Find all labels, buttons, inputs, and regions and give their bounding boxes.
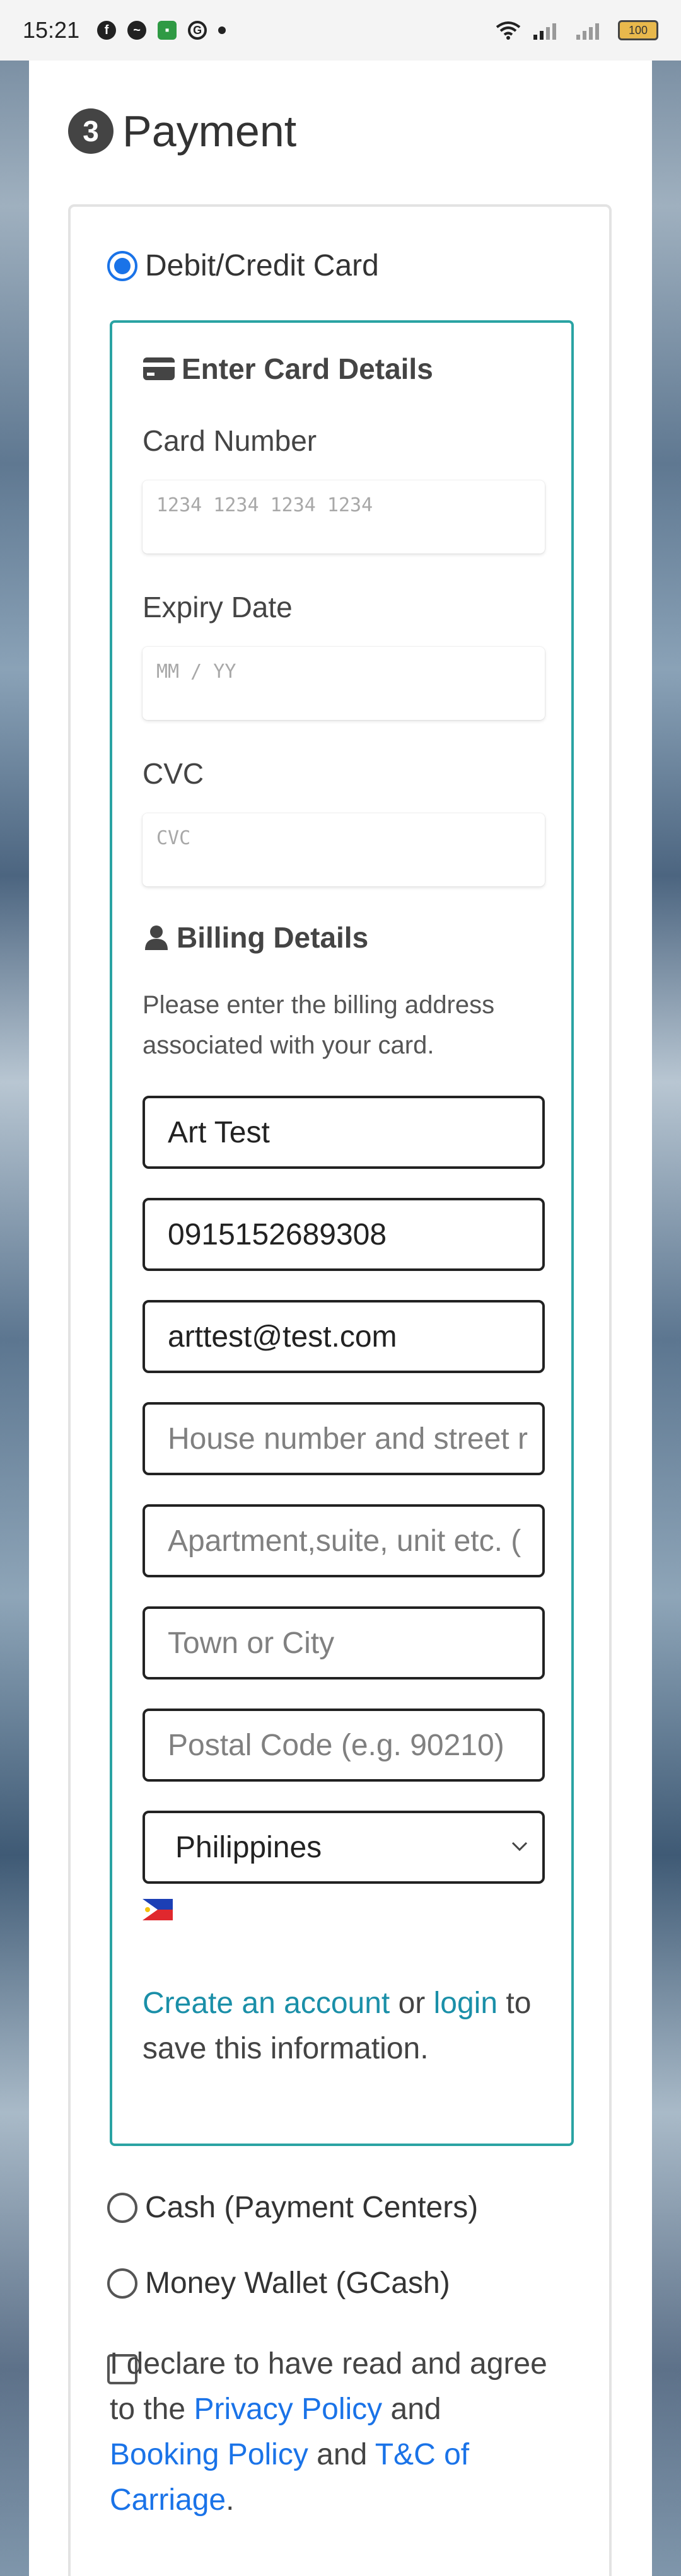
cash-radio[interactable] xyxy=(107,2192,137,2223)
street-input[interactable]: House number and street r xyxy=(143,1402,545,1475)
city-input[interactable]: Town or City xyxy=(143,1606,545,1680)
signal-icon xyxy=(533,23,556,40)
declaration-end: . xyxy=(226,2483,235,2517)
cvc-label: CVC xyxy=(143,757,204,790)
user-icon xyxy=(145,925,168,950)
email-input[interactable]: arttest@test.com xyxy=(143,1300,545,1373)
status-bar: 15:21 f ~ ▪ G 100 xyxy=(0,0,681,61)
g-icon: G xyxy=(188,21,207,40)
notification-icons: f ~ ▪ G xyxy=(97,21,226,40)
wifi-icon xyxy=(496,21,521,40)
billing-description: Please enter the billing address associa… xyxy=(143,991,495,1059)
payment-methods-box: Debit/Credit Card Enter Card Details Car… xyxy=(68,204,612,2576)
cvc-input[interactable]: CVC xyxy=(143,813,545,886)
login-link[interactable]: login xyxy=(434,1987,498,2020)
messenger-icon: ~ xyxy=(127,21,147,40)
apartment-input[interactable]: Apartment,suite, unit etc. ( xyxy=(143,1504,545,1577)
page-title: Payment xyxy=(122,107,297,156)
postal-code-input[interactable]: Postal Code (e.g. 90210) xyxy=(143,1709,545,1782)
payment-heading: 3 Payment xyxy=(68,106,296,156)
booking-policy-link[interactable]: Booking Policy xyxy=(110,2438,308,2471)
phone-input[interactable]: 0915152689308 xyxy=(143,1198,545,1271)
facebook-icon: f xyxy=(97,21,117,40)
country-select-value: Philippines xyxy=(175,1830,322,1864)
or-text: or xyxy=(390,1987,434,2020)
card-details-title-text: Enter Card Details xyxy=(182,352,433,385)
status-time: 15:21 xyxy=(23,17,80,43)
card-option[interactable]: Debit/Credit Card xyxy=(107,248,379,283)
billing-details-title-text: Billing Details xyxy=(177,921,369,954)
declaration-and-2: and xyxy=(308,2438,375,2471)
billing-details-title: Billing Details xyxy=(143,920,368,954)
name-input[interactable]: Art Test xyxy=(143,1096,545,1169)
expiry-label: Expiry Date xyxy=(143,591,293,624)
card-radio[interactable] xyxy=(107,250,137,281)
country-select[interactable]: Philippines xyxy=(143,1811,545,1884)
cash-option[interactable]: Cash (Payment Centers) xyxy=(107,2190,478,2225)
declaration-and-1: and xyxy=(382,2393,441,2426)
card-details-title: Enter Card Details xyxy=(143,352,433,386)
step-number-badge: 3 xyxy=(68,108,114,154)
create-account-link[interactable]: Create an account xyxy=(143,1987,390,2020)
wallet-radio[interactable] xyxy=(107,2268,137,2299)
signal-icon-2 xyxy=(576,23,599,40)
privacy-policy-link[interactable]: Privacy Policy xyxy=(194,2393,382,2426)
payment-page: 3 Payment Debit/Credit Card Enter Card D… xyxy=(29,61,652,2576)
card-option-label[interactable]: Debit/Credit Card xyxy=(145,248,379,283)
save-info-text: Create an account or login to save this … xyxy=(143,1981,546,2072)
battery-level: 100 xyxy=(628,23,648,37)
expiry-input[interactable]: MM / YY xyxy=(143,647,545,720)
card-details-box: Enter Card Details Card Number 1234 1234… xyxy=(110,320,574,2146)
more-notifications-icon xyxy=(218,26,226,34)
chat-icon: ▪ xyxy=(158,21,177,40)
card-number-input[interactable]: 1234 1234 1234 1234 xyxy=(143,480,545,554)
cash-option-label[interactable]: Cash (Payment Centers) xyxy=(145,2190,478,2225)
philippines-flag-icon xyxy=(143,1899,173,1920)
wallet-option-label[interactable]: Money Wallet (GCash) xyxy=(145,2266,450,2300)
credit-card-icon xyxy=(143,357,175,380)
declaration-text: I declare to have read and agree to the … xyxy=(110,2341,551,2523)
wallet-option[interactable]: Money Wallet (GCash) xyxy=(107,2266,450,2300)
chevron-down-icon xyxy=(511,1842,528,1852)
card-number-label: Card Number xyxy=(143,424,317,457)
battery-icon: 100 xyxy=(618,20,658,40)
